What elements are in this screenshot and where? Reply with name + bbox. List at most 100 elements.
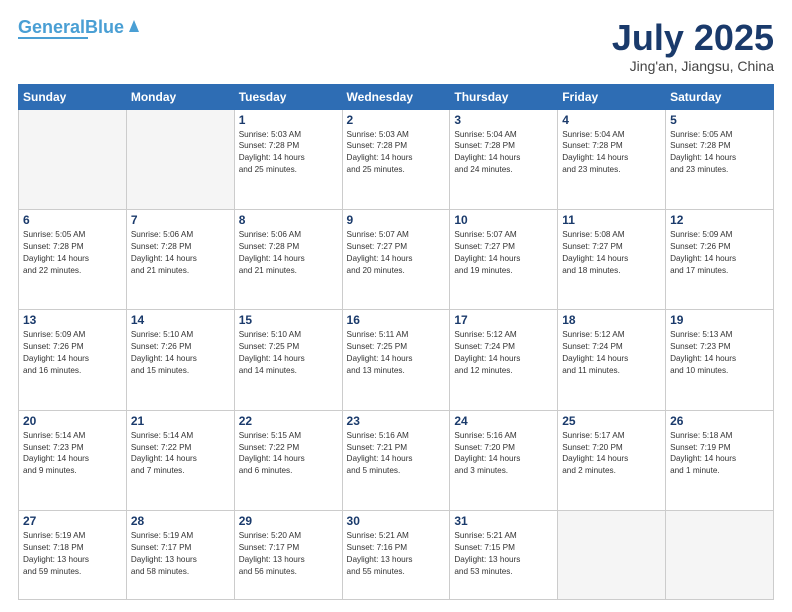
day-number: 22 [239,414,338,428]
day-info: Sunrise: 5:03 AM Sunset: 7:28 PM Dayligh… [347,129,446,177]
calendar-cell: 8 Sunrise: 5:06 AM Sunset: 7:28 PM Daylig… [234,209,342,309]
calendar-cell: 6 Sunrise: 5:05 AM Sunset: 7:28 PM Daylig… [19,209,127,309]
day-number: 9 [347,213,446,227]
calendar-cell: 23 Sunrise: 5:16 AM Sunset: 7:21 PM Dayli… [342,410,450,510]
weekday-header-wednesday: Wednesday [342,84,450,109]
day-info: Sunrise: 5:04 AM Sunset: 7:28 PM Dayligh… [454,129,553,177]
weekday-header-row: SundayMondayTuesdayWednesdayThursdayFrid… [19,84,774,109]
calendar-cell [19,109,127,209]
day-info: Sunrise: 5:10 AM Sunset: 7:25 PM Dayligh… [239,329,338,377]
calendar-cell: 15 Sunrise: 5:10 AM Sunset: 7:25 PM Dayli… [234,310,342,410]
day-info: Sunrise: 5:09 AM Sunset: 7:26 PM Dayligh… [670,229,769,277]
day-number: 6 [23,213,122,227]
calendar-cell: 7 Sunrise: 5:06 AM Sunset: 7:28 PM Daylig… [126,209,234,309]
weekday-header-monday: Monday [126,84,234,109]
calendar-cell: 30 Sunrise: 5:21 AM Sunset: 7:16 PM Dayli… [342,511,450,600]
day-info: Sunrise: 5:16 AM Sunset: 7:20 PM Dayligh… [454,430,553,478]
title-block: July 2025 Jing'an, Jiangsu, China [612,18,774,74]
header: GeneralBlue July 2025 Jing'an, Jiangsu, … [18,18,774,74]
day-number: 20 [23,414,122,428]
calendar-cell: 24 Sunrise: 5:16 AM Sunset: 7:20 PM Dayli… [450,410,558,510]
day-number: 2 [347,113,446,127]
day-number: 26 [670,414,769,428]
day-number: 12 [670,213,769,227]
day-number: 24 [454,414,553,428]
calendar-cell: 14Sunrise: 5:10 AM Sunset: 7:26 PM Dayli… [126,310,234,410]
day-info: Sunrise: 5:19 AM Sunset: 7:18 PM Dayligh… [23,530,122,578]
calendar-cell: 3 Sunrise: 5:04 AM Sunset: 7:28 PM Daylig… [450,109,558,209]
calendar-cell [558,511,666,600]
calendar-cell: 16 Sunrise: 5:11 AM Sunset: 7:25 PM Dayli… [342,310,450,410]
day-info: Sunrise: 5:06 AM Sunset: 7:28 PM Dayligh… [131,229,230,277]
day-number: 29 [239,514,338,528]
day-number: 19 [670,313,769,327]
weekday-header-sunday: Sunday [19,84,127,109]
day-info: Sunrise: 5:18 AM Sunset: 7:19 PM Dayligh… [670,430,769,478]
day-number: 30 [347,514,446,528]
calendar-cell: 20Sunrise: 5:14 AM Sunset: 7:23 PM Dayli… [19,410,127,510]
calendar-cell: 17 Sunrise: 5:12 AM Sunset: 7:24 PM Dayli… [450,310,558,410]
day-number: 1 [239,113,338,127]
calendar-cell: 21Sunrise: 5:14 AM Sunset: 7:22 PM Dayli… [126,410,234,510]
day-number: 15 [239,313,338,327]
day-info: Sunrise: 5:21 AM Sunset: 7:16 PM Dayligh… [347,530,446,578]
day-info: Sunrise: 5:04 AM Sunset: 7:28 PM Dayligh… [562,129,661,177]
calendar-cell [126,109,234,209]
weekday-header-saturday: Saturday [666,84,774,109]
logo-icon [125,16,143,34]
calendar-cell: 9Sunrise: 5:07 AM Sunset: 7:27 PM Daylig… [342,209,450,309]
day-number: 16 [347,313,446,327]
logo: GeneralBlue [18,18,143,39]
page: GeneralBlue July 2025 Jing'an, Jiangsu, … [0,0,792,612]
day-number: 8 [239,213,338,227]
day-number: 27 [23,514,122,528]
day-info: Sunrise: 5:08 AM Sunset: 7:27 PM Dayligh… [562,229,661,277]
week-row-2: 6 Sunrise: 5:05 AM Sunset: 7:28 PM Daylig… [19,209,774,309]
day-info: Sunrise: 5:09 AM Sunset: 7:26 PM Dayligh… [23,329,122,377]
day-number: 25 [562,414,661,428]
calendar-cell: 19Sunrise: 5:13 AM Sunset: 7:23 PM Dayli… [666,310,774,410]
calendar-cell: 28 Sunrise: 5:19 AM Sunset: 7:17 PM Dayli… [126,511,234,600]
day-info: Sunrise: 5:05 AM Sunset: 7:28 PM Dayligh… [670,129,769,177]
day-info: Sunrise: 5:11 AM Sunset: 7:25 PM Dayligh… [347,329,446,377]
calendar-table: SundayMondayTuesdayWednesdayThursdayFrid… [18,84,774,600]
day-info: Sunrise: 5:05 AM Sunset: 7:28 PM Dayligh… [23,229,122,277]
day-info: Sunrise: 5:17 AM Sunset: 7:20 PM Dayligh… [562,430,661,478]
day-number: 5 [670,113,769,127]
day-number: 13 [23,313,122,327]
day-number: 3 [454,113,553,127]
day-info: Sunrise: 5:03 AM Sunset: 7:28 PM Dayligh… [239,129,338,177]
location: Jing'an, Jiangsu, China [612,58,774,74]
weekday-header-friday: Friday [558,84,666,109]
day-info: Sunrise: 5:07 AM Sunset: 7:27 PM Dayligh… [454,229,553,277]
day-info: Sunrise: 5:20 AM Sunset: 7:17 PM Dayligh… [239,530,338,578]
calendar-cell: 25 Sunrise: 5:17 AM Sunset: 7:20 PM Dayli… [558,410,666,510]
week-row-5: 27 Sunrise: 5:19 AM Sunset: 7:18 PM Dayli… [19,511,774,600]
day-number: 7 [131,213,230,227]
day-info: Sunrise: 5:16 AM Sunset: 7:21 PM Dayligh… [347,430,446,478]
day-number: 23 [347,414,446,428]
day-number: 14 [131,313,230,327]
calendar-cell: 11 Sunrise: 5:08 AM Sunset: 7:27 PM Dayli… [558,209,666,309]
day-number: 17 [454,313,553,327]
weekday-header-thursday: Thursday [450,84,558,109]
day-info: Sunrise: 5:12 AM Sunset: 7:24 PM Dayligh… [454,329,553,377]
day-number: 28 [131,514,230,528]
day-info: Sunrise: 5:19 AM Sunset: 7:17 PM Dayligh… [131,530,230,578]
day-number: 31 [454,514,553,528]
day-number: 11 [562,213,661,227]
calendar-cell: 13 Sunrise: 5:09 AM Sunset: 7:26 PM Dayli… [19,310,127,410]
logo-divider [18,37,88,39]
calendar-cell: 2 Sunrise: 5:03 AM Sunset: 7:28 PM Daylig… [342,109,450,209]
logo-text: GeneralBlue [18,18,124,36]
week-row-1: 1 Sunrise: 5:03 AM Sunset: 7:28 PM Daylig… [19,109,774,209]
weekday-header-tuesday: Tuesday [234,84,342,109]
calendar-cell: 18Sunrise: 5:12 AM Sunset: 7:24 PM Dayli… [558,310,666,410]
day-info: Sunrise: 5:06 AM Sunset: 7:28 PM Dayligh… [239,229,338,277]
calendar-cell [666,511,774,600]
day-number: 10 [454,213,553,227]
day-info: Sunrise: 5:14 AM Sunset: 7:22 PM Dayligh… [131,430,230,478]
calendar-cell: 22Sunrise: 5:15 AM Sunset: 7:22 PM Dayli… [234,410,342,510]
day-info: Sunrise: 5:12 AM Sunset: 7:24 PM Dayligh… [562,329,661,377]
calendar-cell: 31Sunrise: 5:21 AM Sunset: 7:15 PM Dayli… [450,511,558,600]
